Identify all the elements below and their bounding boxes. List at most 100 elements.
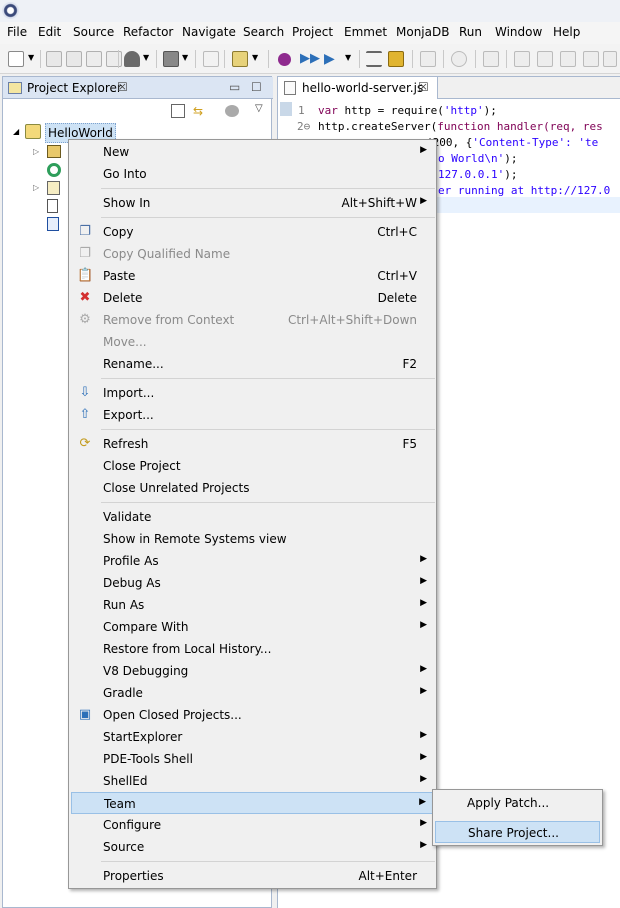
menu-item-compare-with[interactable]: Compare With ▶ bbox=[71, 616, 435, 638]
menu-item-show-in-remote-systems-view[interactable]: Show in Remote Systems view bbox=[71, 528, 435, 550]
resume-icon[interactable] bbox=[514, 51, 530, 67]
menu-item-profile-as[interactable]: Profile As ▶ bbox=[71, 550, 435, 572]
save-icon[interactable] bbox=[46, 51, 62, 67]
open-closed-projects-icon: ▣ bbox=[78, 707, 92, 722]
menu-separator bbox=[101, 861, 435, 862]
menu-item-properties[interactable]: Properties Alt+Enter bbox=[71, 865, 435, 887]
menu-item-label: Restore from Local History... bbox=[103, 642, 272, 656]
expand-arrow-icon[interactable]: ▷ bbox=[33, 179, 39, 197]
step-icon[interactable] bbox=[603, 51, 617, 67]
menu-item-label: New bbox=[103, 145, 130, 159]
disabled-tool-icon[interactable] bbox=[420, 51, 436, 67]
menu-item-copy[interactable]: ❐ Copy Ctrl+C bbox=[71, 221, 435, 243]
camera-dropdown-icon[interactable]: ▼ bbox=[182, 53, 190, 69]
menu-item-rename[interactable]: Rename... F2 bbox=[71, 353, 435, 375]
run-dropdown-icon[interactable]: ▼ bbox=[345, 53, 353, 69]
menu-item-shelled[interactable]: ShellEd ▶ bbox=[71, 770, 435, 792]
collapse-all-icon[interactable] bbox=[171, 104, 185, 118]
menu-item-move[interactable]: Move... bbox=[71, 331, 435, 353]
debug-icon[interactable] bbox=[278, 53, 291, 66]
code-line[interactable]: var http = require('http'); bbox=[318, 104, 497, 117]
edit-icon[interactable] bbox=[203, 51, 219, 67]
menu-item-refresh[interactable]: ⟳ Refresh F5 bbox=[71, 433, 435, 455]
menu-run[interactable]: Run bbox=[459, 25, 482, 39]
menu-window[interactable]: Window bbox=[495, 25, 542, 39]
suspend-icon[interactable] bbox=[537, 51, 553, 67]
menu-item-show-in[interactable]: Show In Alt+Shift+W ▶ bbox=[71, 192, 435, 214]
editor-tab[interactable]: hello-world-server.js ☒ bbox=[278, 77, 438, 99]
menu-item-team[interactable]: Team ▶ bbox=[71, 792, 435, 814]
link-editor-icon[interactable]: ⇆ bbox=[193, 104, 209, 118]
project-folder-icon bbox=[25, 124, 41, 139]
server-icon[interactable] bbox=[124, 51, 140, 67]
menu-monjadb[interactable]: MonjaDB bbox=[396, 25, 449, 39]
server-dropdown-icon[interactable]: ▼ bbox=[143, 53, 151, 69]
menu-help[interactable]: Help bbox=[553, 25, 580, 39]
forward-icon[interactable] bbox=[483, 51, 499, 67]
menu-source[interactable]: Source bbox=[73, 25, 114, 39]
code-line[interactable]: http.createServer(function handler(req, … bbox=[318, 120, 603, 133]
menu-refactor[interactable]: Refactor bbox=[123, 25, 173, 39]
camera-icon[interactable] bbox=[163, 51, 179, 67]
menu-item-delete[interactable]: ✖ Delete Delete bbox=[71, 287, 435, 309]
menu-item-import[interactable]: ⇩ Import... bbox=[71, 382, 435, 404]
menu-item-copy-qualified-name[interactable]: ❐ Copy Qualified Name bbox=[71, 243, 435, 265]
menu-item-pde-tools-shell[interactable]: PDE-Tools Shell ▶ bbox=[71, 748, 435, 770]
menu-item-debug-as[interactable]: Debug As ▶ bbox=[71, 572, 435, 594]
menu-item-go-into[interactable]: Go Into bbox=[71, 163, 435, 185]
menu-item-close-project[interactable]: Close Project bbox=[71, 455, 435, 477]
new-icon[interactable] bbox=[8, 51, 24, 67]
close-icon[interactable]: ☒ bbox=[117, 80, 128, 94]
pin-icon[interactable] bbox=[388, 51, 404, 67]
skip-icon[interactable]: ▶▶ bbox=[300, 51, 320, 67]
menu-item-configure[interactable]: Configure ▶ bbox=[71, 814, 435, 836]
menu-edit[interactable]: Edit bbox=[38, 25, 61, 39]
tasks-icon[interactable] bbox=[366, 51, 382, 67]
menu-item-run-as[interactable]: Run As ▶ bbox=[71, 594, 435, 616]
menu-navigate[interactable]: Navigate bbox=[182, 25, 236, 39]
menu-item-label: Compare With bbox=[103, 620, 189, 634]
document-icon bbox=[47, 217, 59, 231]
filter-icon[interactable] bbox=[225, 105, 239, 117]
print-icon[interactable] bbox=[86, 51, 102, 67]
menu-emmet[interactable]: Emmet bbox=[344, 25, 387, 39]
project-explorer-tab[interactable]: Project Explorer ☒ ▭ ☐ bbox=[3, 77, 273, 99]
menu-item-restore-from-local-history[interactable]: Restore from Local History... bbox=[71, 638, 435, 660]
menu-item-remove-from-context[interactable]: ⚙ Remove from Context Ctrl+Alt+Shift+Down bbox=[71, 309, 435, 331]
menu-item-validate[interactable]: Validate bbox=[71, 506, 435, 528]
menu-item-close-unrelated-projects[interactable]: Close Unrelated Projects bbox=[71, 477, 435, 499]
menu-item-source[interactable]: Source ▶ bbox=[71, 836, 435, 858]
menu-item-gradle[interactable]: Gradle ▶ bbox=[71, 682, 435, 704]
code-line[interactable]: o World\n'); bbox=[438, 152, 517, 165]
collapse-arrow-icon[interactable]: ◢ bbox=[13, 123, 19, 141]
save-all-icon[interactable] bbox=[66, 51, 82, 67]
new-dropdown-icon[interactable]: ▼ bbox=[28, 53, 36, 69]
sync-icon[interactable] bbox=[451, 51, 467, 67]
menu-item-export[interactable]: ⇧ Export... bbox=[71, 404, 435, 426]
minimize-icon[interactable]: ▭ bbox=[229, 80, 240, 94]
menu-item-new[interactable]: New ▶ bbox=[71, 141, 435, 163]
toolbar-separator bbox=[224, 50, 225, 68]
menu-item-paste[interactable]: 📋 Paste Ctrl+V bbox=[71, 265, 435, 287]
view-menu-icon[interactable]: ▽ bbox=[255, 103, 263, 114]
run-icon[interactable]: ▶ bbox=[324, 51, 340, 67]
menu-project[interactable]: Project bbox=[292, 25, 333, 39]
maximize-icon[interactable]: ☐ bbox=[251, 80, 262, 94]
code-line[interactable]: 127.0.0.1'); bbox=[438, 168, 517, 181]
terminate-icon[interactable] bbox=[560, 51, 576, 67]
menu-file[interactable]: File bbox=[7, 25, 27, 39]
open-type-dropdown-icon[interactable]: ▼ bbox=[252, 53, 260, 69]
open-type-icon[interactable] bbox=[232, 51, 248, 67]
submenu-item-share-project[interactable]: Share Project... bbox=[435, 821, 600, 843]
menu-item-startexplorer[interactable]: StartExplorer ▶ bbox=[71, 726, 435, 748]
disconnect-icon[interactable] bbox=[583, 51, 599, 67]
menu-item-open-closed-projects[interactable]: ▣ Open Closed Projects... bbox=[71, 704, 435, 726]
menu-search[interactable]: Search bbox=[243, 25, 284, 39]
code-line[interactable]: er running at http://127.0 bbox=[438, 184, 610, 197]
expand-arrow-icon[interactable]: ▷ bbox=[33, 143, 39, 161]
submenu-item-apply-patch[interactable]: Apply Patch... bbox=[435, 792, 600, 814]
code-line[interactable]: (200, {'Content-Type': 'te bbox=[426, 136, 598, 149]
publish-icon[interactable] bbox=[106, 51, 122, 67]
menu-item-v8-debugging[interactable]: V8 Debugging ▶ bbox=[71, 660, 435, 682]
close-icon[interactable]: ☒ bbox=[418, 80, 429, 94]
